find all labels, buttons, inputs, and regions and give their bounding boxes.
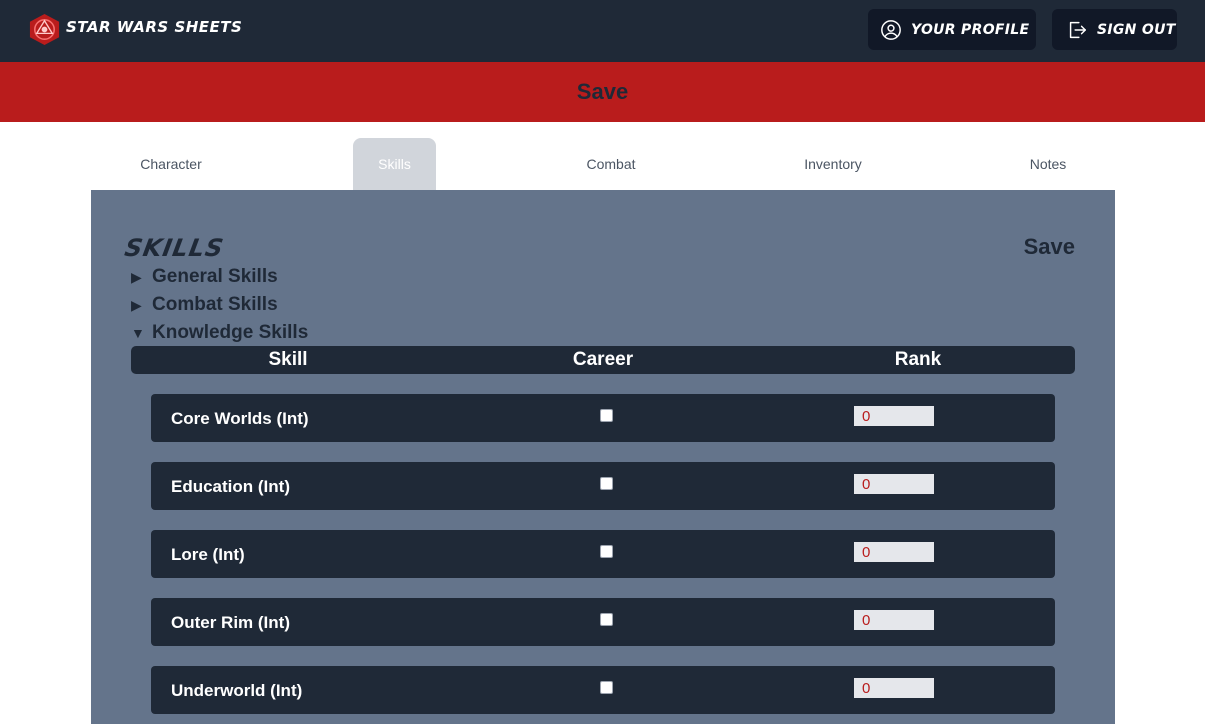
tab-notes[interactable]: Notes [1018, 138, 1078, 190]
skill-name: Lore (Int) [171, 545, 245, 564]
logo-icon[interactable] [28, 13, 61, 46]
sign-out-button[interactable]: SIGN OUT [1052, 9, 1177, 50]
skills-heading: SKILLS [122, 234, 227, 262]
tab-skills[interactable]: Skills [353, 138, 436, 190]
tab-inventory[interactable]: Inventory [790, 138, 876, 190]
rank-input[interactable] [854, 610, 934, 630]
skill-name: Core Worlds (Int) [171, 409, 309, 428]
rank-input[interactable] [854, 474, 934, 494]
save-bar-button[interactable]: Save [0, 62, 1205, 122]
column-header-rank: Rank [894, 349, 942, 370]
career-checkbox[interactable] [600, 681, 613, 694]
column-header-career: Career [572, 349, 634, 370]
column-header-skill: Skill [268, 349, 308, 370]
brand-title[interactable]: STAR WARS SHEETS [66, 18, 242, 36]
group-label: General Skills [152, 266, 278, 287]
tab-combat[interactable]: Combat [570, 138, 652, 190]
rank-input[interactable] [854, 678, 934, 698]
skill-row-outer-rim: Outer Rim (Int) [151, 598, 1055, 646]
tab-character[interactable]: Character [122, 138, 220, 190]
user-circle-icon [881, 19, 901, 40]
career-checkbox[interactable] [600, 409, 613, 422]
skill-row-lore: Lore (Int) [151, 530, 1055, 578]
skill-row-underworld: Underworld (Int) [151, 666, 1055, 714]
your-profile-button[interactable]: YOUR PROFILE [868, 9, 1036, 50]
sign-out-icon [1069, 21, 1086, 38]
group-knowledge-skills[interactable]: ▼ Knowledge Skills [131, 322, 308, 344]
rank-input[interactable] [854, 542, 934, 562]
skill-row-education: Education (Int) [151, 462, 1055, 510]
skill-name: Education (Int) [171, 477, 290, 496]
your-profile-label: YOUR PROFILE [911, 21, 1030, 38]
skill-name: Outer Rim (Int) [171, 613, 290, 632]
skill-row-core-worlds: Core Worlds (Int) [151, 394, 1055, 442]
group-combat-skills[interactable]: ▶ Combat Skills [131, 294, 278, 316]
skills-panel: SKILLS Save ▶ General Skills ▶ Combat Sk… [91, 190, 1115, 724]
top-navbar: STAR WARS SHEETS YOUR PROFILE SIGN OUT [0, 0, 1205, 62]
group-general-skills[interactable]: ▶ General Skills [131, 266, 278, 288]
group-label: Combat Skills [152, 294, 278, 315]
panel-save-button[interactable]: Save [1024, 234, 1075, 260]
career-checkbox[interactable] [600, 613, 613, 626]
rank-input[interactable] [854, 406, 934, 426]
career-checkbox[interactable] [600, 477, 613, 490]
caret-down-icon: ▼ [131, 325, 145, 341]
caret-right-icon: ▶ [131, 268, 142, 285]
skill-name: Underworld (Int) [171, 681, 303, 700]
group-label: Knowledge Skills [152, 322, 309, 343]
sign-out-label: SIGN OUT [1097, 21, 1176, 38]
career-checkbox[interactable] [600, 545, 613, 558]
skills-table-header: Skill Career Rank [131, 346, 1075, 374]
save-bar-label: Save [576, 79, 629, 104]
caret-right-icon: ▶ [131, 296, 142, 313]
